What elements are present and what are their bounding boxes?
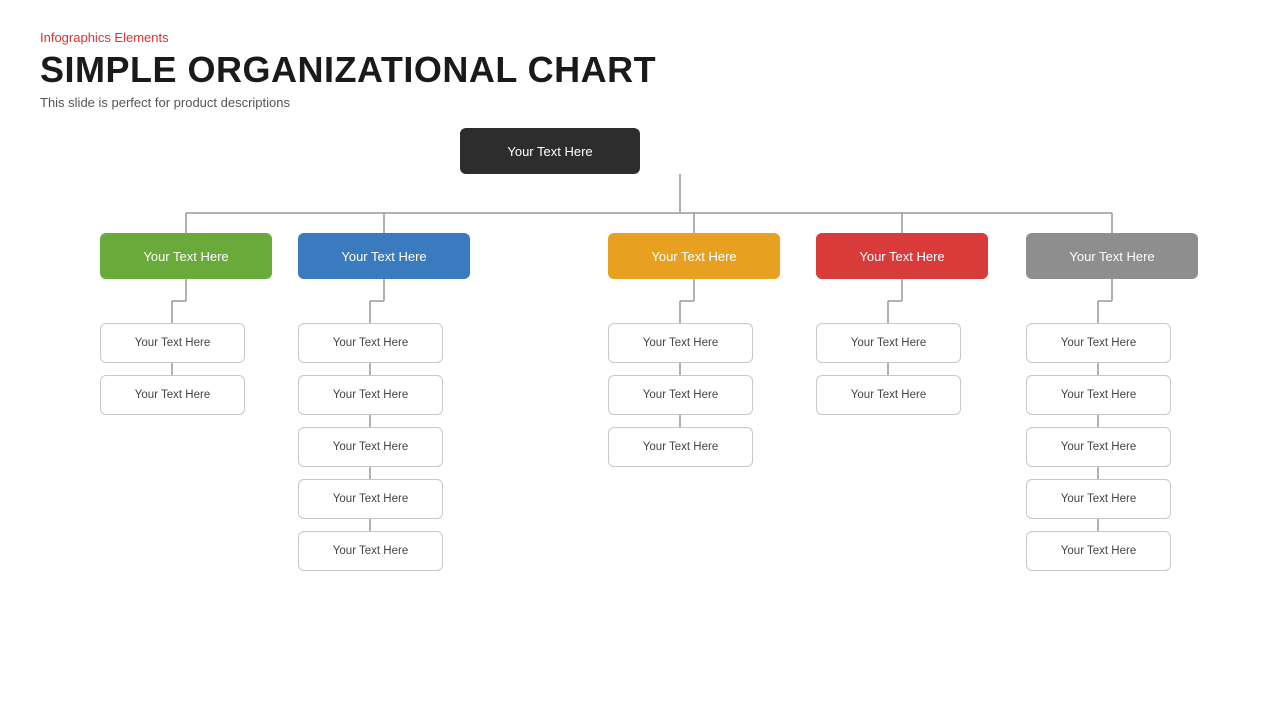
child-label: Your Text Here: [643, 337, 718, 349]
child-box: Your Text Here: [298, 427, 443, 467]
level1-node-blue: Your Text Here: [298, 233, 470, 279]
children-col-2: Your Text Here Your Text Here Your Text …: [298, 323, 443, 571]
child-box: Your Text Here: [1026, 375, 1171, 415]
child-label: Your Text Here: [643, 441, 718, 453]
child-box: Your Text Here: [816, 323, 961, 363]
level1-node-red: Your Text Here: [816, 233, 988, 279]
children-col-1: Your Text Here Your Text Here: [100, 323, 245, 415]
root-node: Your Text Here: [460, 128, 640, 174]
level1-label-red: Your Text Here: [859, 249, 944, 264]
root-label: Your Text Here: [507, 144, 592, 159]
child-box: Your Text Here: [298, 323, 443, 363]
description: This slide is perfect for product descri…: [40, 95, 1240, 110]
level1-node-orange: Your Text Here: [608, 233, 780, 279]
child-label: Your Text Here: [851, 389, 926, 401]
child-box: Your Text Here: [608, 323, 753, 363]
child-label: Your Text Here: [333, 337, 408, 349]
level1-label-blue: Your Text Here: [341, 249, 426, 264]
child-box: Your Text Here: [1026, 479, 1171, 519]
child-label: Your Text Here: [135, 337, 210, 349]
child-label: Your Text Here: [1061, 337, 1136, 349]
level1-node-green: Your Text Here: [100, 233, 272, 279]
child-box: Your Text Here: [816, 375, 961, 415]
level1-label-green: Your Text Here: [143, 249, 228, 264]
child-box: Your Text Here: [1026, 427, 1171, 467]
child-label: Your Text Here: [333, 545, 408, 557]
level1-label-orange: Your Text Here: [651, 249, 736, 264]
child-box: Your Text Here: [298, 531, 443, 571]
child-box: Your Text Here: [298, 479, 443, 519]
child-label: Your Text Here: [1061, 389, 1136, 401]
child-label: Your Text Here: [135, 389, 210, 401]
child-label: Your Text Here: [851, 337, 926, 349]
child-label: Your Text Here: [1061, 493, 1136, 505]
child-box: Your Text Here: [608, 427, 753, 467]
child-box: Your Text Here: [1026, 323, 1171, 363]
child-box: Your Text Here: [100, 375, 245, 415]
chart-area: Your Text Here Your Text Here Your Text …: [40, 128, 1240, 708]
child-label: Your Text Here: [333, 441, 408, 453]
child-box: Your Text Here: [608, 375, 753, 415]
subtitle: Infographics Elements: [40, 30, 1240, 45]
children-col-3: Your Text Here Your Text Here Your Text …: [608, 323, 753, 467]
children-col-4: Your Text Here Your Text Here: [816, 323, 961, 415]
child-label: Your Text Here: [333, 389, 408, 401]
child-label: Your Text Here: [643, 389, 718, 401]
child-box: Your Text Here: [100, 323, 245, 363]
child-label: Your Text Here: [333, 493, 408, 505]
child-label: Your Text Here: [1061, 545, 1136, 557]
child-label: Your Text Here: [1061, 441, 1136, 453]
children-col-5: Your Text Here Your Text Here Your Text …: [1026, 323, 1171, 571]
page: Infographics Elements SIMPLE ORGANIZATIO…: [0, 0, 1280, 720]
page-title: SIMPLE ORGANIZATIONAL CHART: [40, 49, 1240, 91]
level1-label-gray: Your Text Here: [1069, 249, 1154, 264]
child-box: Your Text Here: [1026, 531, 1171, 571]
child-box: Your Text Here: [298, 375, 443, 415]
level1-node-gray: Your Text Here: [1026, 233, 1198, 279]
